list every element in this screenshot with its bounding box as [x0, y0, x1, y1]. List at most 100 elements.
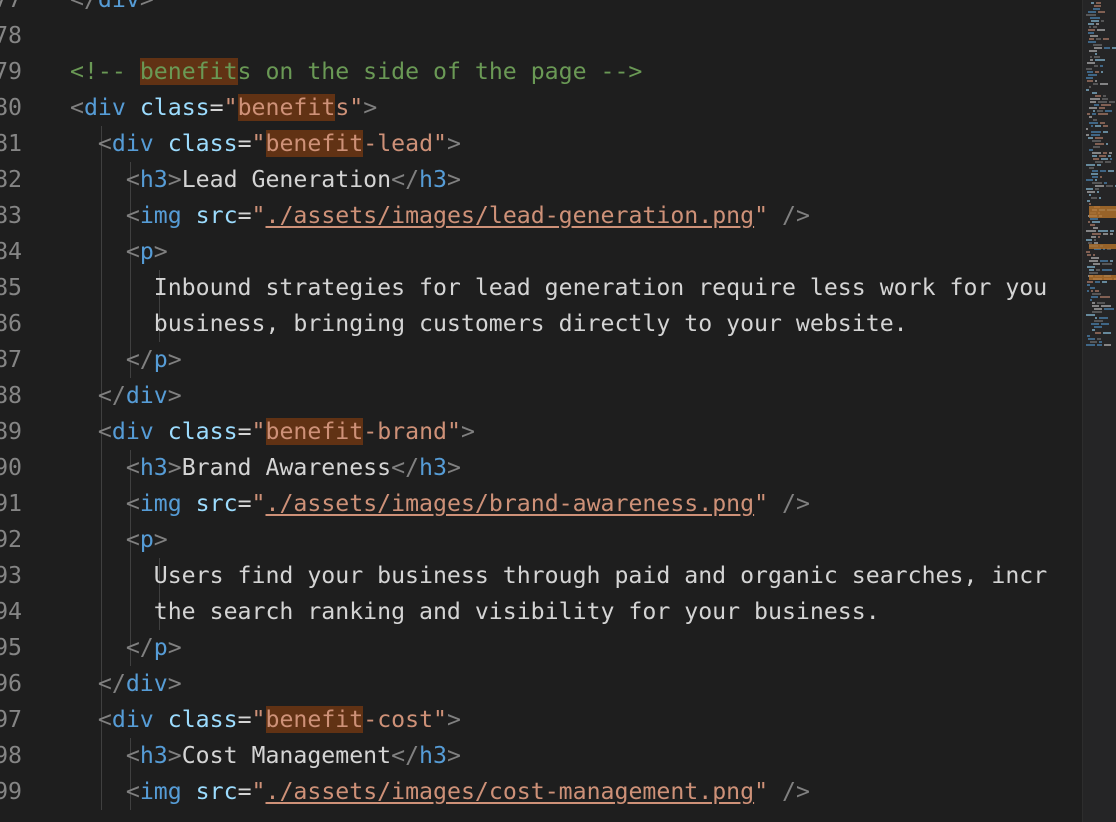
code-line[interactable]: 81 <div class="benefit-lead"> — [0, 126, 1082, 162]
minimap-line — [1099, 107, 1105, 109]
bracket-token: > — [446, 166, 461, 193]
minimap[interactable] — [1082, 0, 1116, 822]
minimap-line — [1087, 281, 1093, 283]
minimap-line — [1095, 281, 1100, 283]
minimap-line — [1103, 332, 1111, 334]
minimap-line — [1087, 284, 1090, 286]
string-token: " — [251, 778, 266, 805]
minimap-line — [1086, 230, 1096, 232]
minimap-line — [1088, 74, 1097, 76]
bracket-token: < — [125, 202, 140, 229]
code-line[interactable]: 85 Inbound strategies for lead generatio… — [0, 270, 1082, 306]
minimap-line — [1090, 224, 1095, 226]
tag-name-token: div — [83, 94, 126, 121]
line-code: </div> — [70, 0, 154, 18]
minimap-line — [1093, 227, 1098, 229]
equals-token: = — [237, 706, 252, 733]
minimap-line — [1086, 314, 1095, 316]
code-line[interactable]: 78 — [0, 18, 1082, 54]
line-number: 91 — [0, 490, 22, 517]
code-line[interactable]: 86 business, bringing customers directly… — [0, 306, 1082, 342]
minimap-line — [1092, 140, 1101, 142]
file-path-link[interactable]: ./assets/images/brand-awareness.png — [266, 490, 755, 517]
tag-name-token: h3 — [139, 454, 168, 481]
line-number: 89 — [0, 418, 22, 445]
string-token: -cost" — [363, 706, 447, 733]
minimap-line — [1099, 155, 1106, 157]
minimap-line — [1088, 41, 1096, 43]
minimap-line — [1088, 23, 1094, 25]
code-line[interactable]: 95 </p> — [0, 630, 1082, 666]
minimap-line — [1097, 191, 1099, 193]
equals-token: = — [237, 418, 252, 445]
search-match-highlight: benefit — [265, 418, 364, 445]
line-number: 81 — [0, 130, 22, 157]
minimap-line — [1110, 230, 1114, 232]
code-line[interactable]: 77 </div> — [0, 0, 1082, 18]
code-line[interactable]: 96 </div> — [0, 666, 1082, 702]
minimap-line — [1087, 266, 1095, 268]
tag-name-token: h3 — [139, 742, 168, 769]
tag-name-token: div — [125, 670, 168, 697]
minimap-line — [1095, 290, 1099, 292]
string-token: " — [754, 490, 769, 517]
minimap-line — [1095, 59, 1105, 61]
minimap-line — [1087, 290, 1089, 292]
code-line[interactable]: 90 <h3>Brand Awareness</h3> — [0, 450, 1082, 486]
line-code: <img src="./assets/images/lead-generatio… — [70, 198, 810, 234]
file-path-link[interactable]: ./assets/images/lead-generation.png — [266, 202, 755, 229]
minimap-line — [1086, 239, 1092, 241]
code-line[interactable]: 93 Users find your business through paid… — [0, 558, 1082, 594]
minimap-line — [1093, 83, 1098, 85]
minimap-line — [1087, 113, 1090, 115]
minimap-line — [1090, 56, 1092, 58]
minimap-line — [1089, 86, 1091, 88]
code-line[interactable]: 98 <h3>Cost Management</h3> — [0, 738, 1082, 774]
minimap-line — [1089, 107, 1097, 109]
file-path-link[interactable]: ./assets/images/cost-management.png — [266, 778, 755, 805]
code-line[interactable]: 79 <!-- benefits on the side of the page … — [0, 54, 1082, 90]
code-line[interactable]: 94 the search ranking and visibility for… — [0, 594, 1082, 630]
minimap-line — [1092, 155, 1097, 157]
code-line[interactable]: 91 <img src="./assets/images/brand-aware… — [0, 486, 1082, 522]
code-line[interactable]: 92 <p> — [0, 522, 1082, 558]
string-token: " — [251, 490, 266, 517]
code-editor[interactable]: 77</div>7879<!-- benefits on the side of… — [0, 0, 1082, 822]
string-token: " — [251, 202, 266, 229]
bracket-token: /> — [782, 202, 810, 229]
minimap-line — [1101, 158, 1108, 160]
code-line[interactable]: 97 <div class="benefit-cost"> — [0, 702, 1082, 738]
code-line[interactable]: 88 </div> — [0, 378, 1082, 414]
code-line[interactable]: 84 <p> — [0, 234, 1082, 270]
string-token: " — [251, 130, 266, 157]
minimap-line — [1088, 29, 1095, 31]
attribute-token: class — [167, 130, 238, 157]
code-line[interactable]: 82 <h3>Lead Generation</h3> — [0, 162, 1082, 198]
minimap-line — [1096, 2, 1101, 4]
minimap-line — [1089, 149, 1093, 151]
minimap-line — [1105, 161, 1111, 163]
minimap-line — [1100, 260, 1108, 262]
code-line[interactable]: 83 <img src="./assets/images/lead-genera… — [0, 198, 1082, 234]
minimap-line — [1093, 44, 1102, 46]
code-line[interactable]: 87 </p> — [0, 342, 1082, 378]
tag-name-token: h3 — [139, 166, 168, 193]
code-line[interactable]: 89 <div class="benefit-brand"> — [0, 414, 1082, 450]
minimap-line — [1101, 104, 1111, 106]
code-line[interactable]: 80 <div class="benefits"> — [0, 90, 1082, 126]
line-code: <div class="benefits"> — [70, 90, 377, 126]
minimap-line — [1087, 62, 1095, 64]
bracket-token: > — [167, 382, 182, 409]
minimap-line — [1092, 182, 1102, 184]
bracket-token: > — [167, 670, 182, 697]
minimap-line — [1097, 344, 1102, 346]
minimap-line — [1086, 128, 1088, 130]
string-token: -lead" — [363, 130, 447, 157]
minimap-line — [1110, 260, 1113, 262]
minimap-line — [1094, 5, 1101, 7]
string-token: " — [223, 94, 238, 121]
minimap-line — [1093, 263, 1100, 265]
minimap-line — [1091, 125, 1093, 127]
code-line[interactable]: 99 <img src="./assets/images/cost-manage… — [0, 774, 1082, 810]
